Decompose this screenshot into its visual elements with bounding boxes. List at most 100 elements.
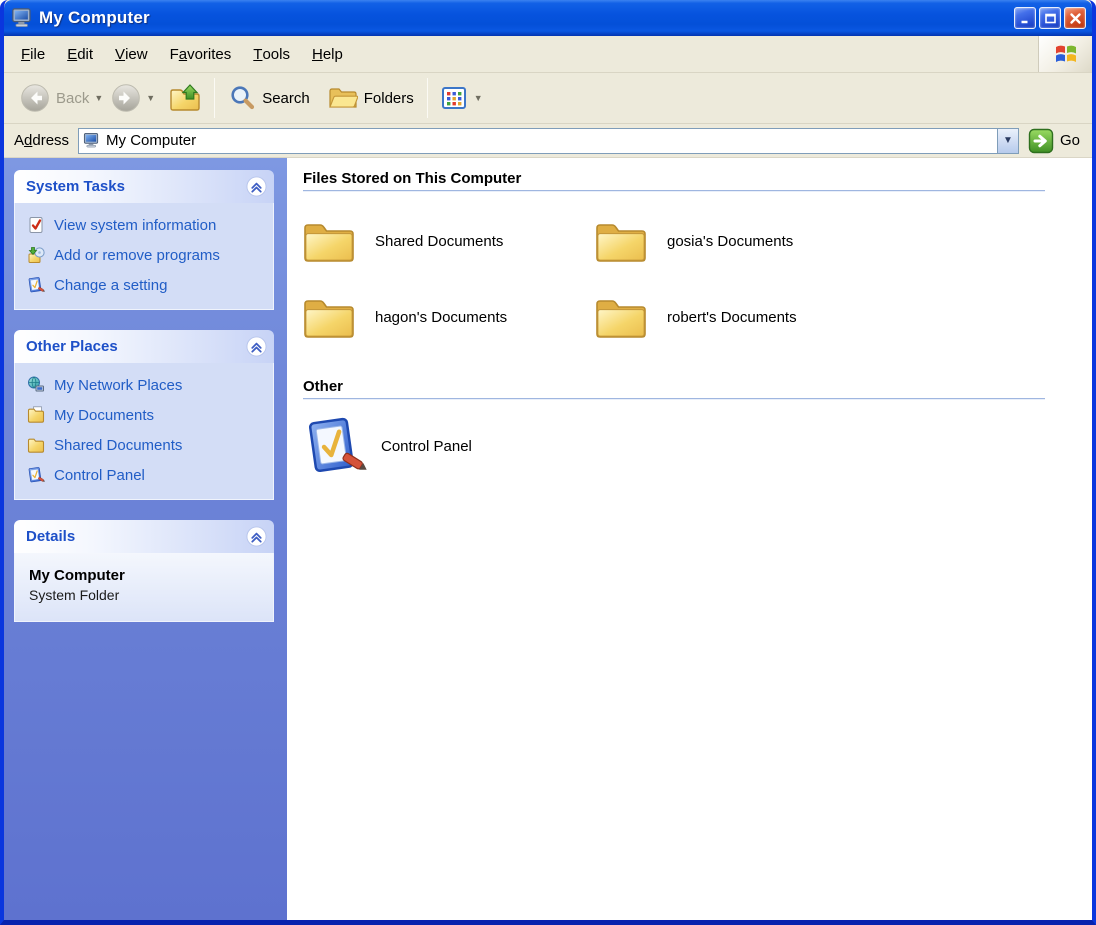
- address-bar: Address My Computer ▼ Go: [4, 124, 1092, 158]
- window-title: My Computer: [39, 8, 1011, 28]
- other-places-title: Other Places: [26, 338, 118, 355]
- details-body: My Computer System Folder: [14, 553, 274, 622]
- toolbar-separator: [214, 78, 215, 118]
- search-icon: [228, 84, 256, 112]
- folder-item-shared-documents[interactable]: Shared Documents: [303, 216, 595, 266]
- my-documents-icon: [27, 406, 45, 424]
- section-divider: [303, 398, 1045, 400]
- windows-flag-icon: [1053, 41, 1079, 67]
- system-tasks-title: System Tasks: [26, 178, 125, 195]
- add-remove-programs-icon: [27, 246, 45, 264]
- address-dropdown-button[interactable]: ▼: [997, 129, 1018, 153]
- folder-item-hagons-documents[interactable]: hagon's Documents: [303, 292, 595, 342]
- system-tasks-body: View system information Add or remove pr…: [14, 203, 274, 310]
- section-divider: [303, 190, 1045, 192]
- details-item-name: My Computer: [29, 567, 263, 584]
- maximize-button[interactable]: [1039, 7, 1061, 29]
- system-info-icon: [27, 216, 45, 234]
- details-title: Details: [26, 528, 75, 545]
- add-remove-programs-link[interactable]: Add or remove programs: [27, 246, 265, 265]
- task-pane-sidebar: System Tasks View system information: [4, 158, 287, 920]
- back-button[interactable]: Back: [16, 80, 93, 116]
- my-computer-window: My Computer File Edit View Favorites Too…: [0, 0, 1096, 925]
- views-dropdown-caret: ▼: [474, 93, 483, 103]
- folder-view: Files Stored on This Computer Shared Doc…: [287, 158, 1092, 920]
- system-tasks-header[interactable]: System Tasks: [14, 170, 274, 203]
- maximize-icon: [1044, 12, 1057, 25]
- collapse-chevron-icon[interactable]: [246, 176, 267, 197]
- collapse-chevron-icon[interactable]: [246, 336, 267, 357]
- control-panel-icon: [27, 466, 45, 484]
- folder-icon: [595, 295, 647, 339]
- other-places-header[interactable]: Other Places: [14, 330, 274, 363]
- system-tasks-panel: System Tasks View system information: [14, 170, 274, 310]
- go-button[interactable]: [1028, 128, 1054, 154]
- network-places-icon: [27, 376, 45, 394]
- my-documents-link[interactable]: My Documents: [27, 406, 265, 425]
- files-grid: Shared Documents gosia's Documents hagon…: [303, 216, 1076, 342]
- control-panel-item[interactable]: Control Panel: [303, 416, 1076, 476]
- minimize-icon: [1019, 12, 1032, 25]
- folders-button[interactable]: Folders: [324, 82, 418, 114]
- menu-file[interactable]: File: [10, 36, 56, 72]
- back-arrow-icon: [20, 83, 50, 113]
- folder-item-roberts-documents[interactable]: robert's Documents: [595, 292, 887, 342]
- up-folder-icon: [169, 83, 201, 113]
- minimize-button[interactable]: [1014, 7, 1036, 29]
- folder-icon: [303, 295, 355, 339]
- go-label[interactable]: Go: [1060, 132, 1080, 149]
- back-label: Back: [56, 90, 89, 107]
- search-label: Search: [262, 90, 310, 107]
- change-a-setting-link[interactable]: Change a setting: [27, 276, 265, 295]
- address-value: My Computer: [100, 132, 997, 149]
- details-header[interactable]: Details: [14, 520, 274, 553]
- view-system-information-link[interactable]: View system information: [27, 216, 265, 235]
- menu-help[interactable]: Help: [301, 36, 354, 72]
- folder-icon: [303, 219, 355, 263]
- other-places-panel: Other Places My Network Places: [14, 330, 274, 500]
- menu-items: File Edit View Favorites Tools Help: [4, 36, 1038, 72]
- views-button[interactable]: ▼: [437, 82, 491, 114]
- details-panel: Details My Computer System Folder: [14, 520, 274, 622]
- my-network-places-link[interactable]: My Network Places: [27, 376, 265, 395]
- change-setting-icon: [27, 276, 45, 294]
- my-computer-icon: [11, 7, 33, 29]
- dropdown-caret-icon: ▼: [1003, 135, 1013, 146]
- menu-favorites[interactable]: Favorites: [159, 36, 243, 72]
- close-icon: [1069, 12, 1082, 25]
- standard-buttons-toolbar: Back ▼ ▼ Search: [4, 73, 1092, 124]
- shared-documents-icon: [27, 436, 45, 454]
- control-panel-icon: [303, 416, 367, 476]
- search-button[interactable]: Search: [224, 81, 314, 115]
- collapse-chevron-icon[interactable]: [246, 526, 267, 547]
- other-section-title: Other: [303, 378, 1076, 395]
- folders-label: Folders: [364, 90, 414, 107]
- files-section-title: Files Stored on This Computer: [303, 170, 1076, 187]
- forward-dropdown-caret[interactable]: ▼: [146, 93, 155, 103]
- close-button[interactable]: [1064, 7, 1086, 29]
- title-bar[interactable]: My Computer: [4, 0, 1092, 36]
- address-label: Address: [4, 132, 78, 149]
- folder-icon: [595, 219, 647, 263]
- other-places-body: My Network Places My Documents Shared Do…: [14, 363, 274, 500]
- content-area: System Tasks View system information: [4, 158, 1092, 920]
- windows-logo-box: [1038, 36, 1092, 72]
- menu-tools[interactable]: Tools: [242, 36, 301, 72]
- forward-arrow-icon: [111, 83, 141, 113]
- menu-bar: File Edit View Favorites Tools Help: [4, 36, 1092, 73]
- shared-documents-link[interactable]: Shared Documents: [27, 436, 265, 455]
- other-section: Other Control Panel: [303, 378, 1076, 476]
- details-item-type: System Folder: [29, 587, 263, 603]
- control-panel-link[interactable]: Control Panel: [27, 466, 265, 485]
- views-icon: [441, 85, 467, 111]
- menu-edit[interactable]: Edit: [56, 36, 104, 72]
- forward-button[interactable]: [107, 80, 145, 116]
- up-button[interactable]: [165, 80, 205, 116]
- address-input[interactable]: My Computer ▼: [78, 128, 1019, 154]
- menu-view[interactable]: View: [104, 36, 159, 72]
- toolbar-separator-2: [427, 78, 428, 118]
- go-area: Go: [1019, 128, 1092, 154]
- back-dropdown-caret[interactable]: ▼: [94, 93, 103, 103]
- folder-item-gosias-documents[interactable]: gosia's Documents: [595, 216, 887, 266]
- folders-icon: [328, 85, 358, 111]
